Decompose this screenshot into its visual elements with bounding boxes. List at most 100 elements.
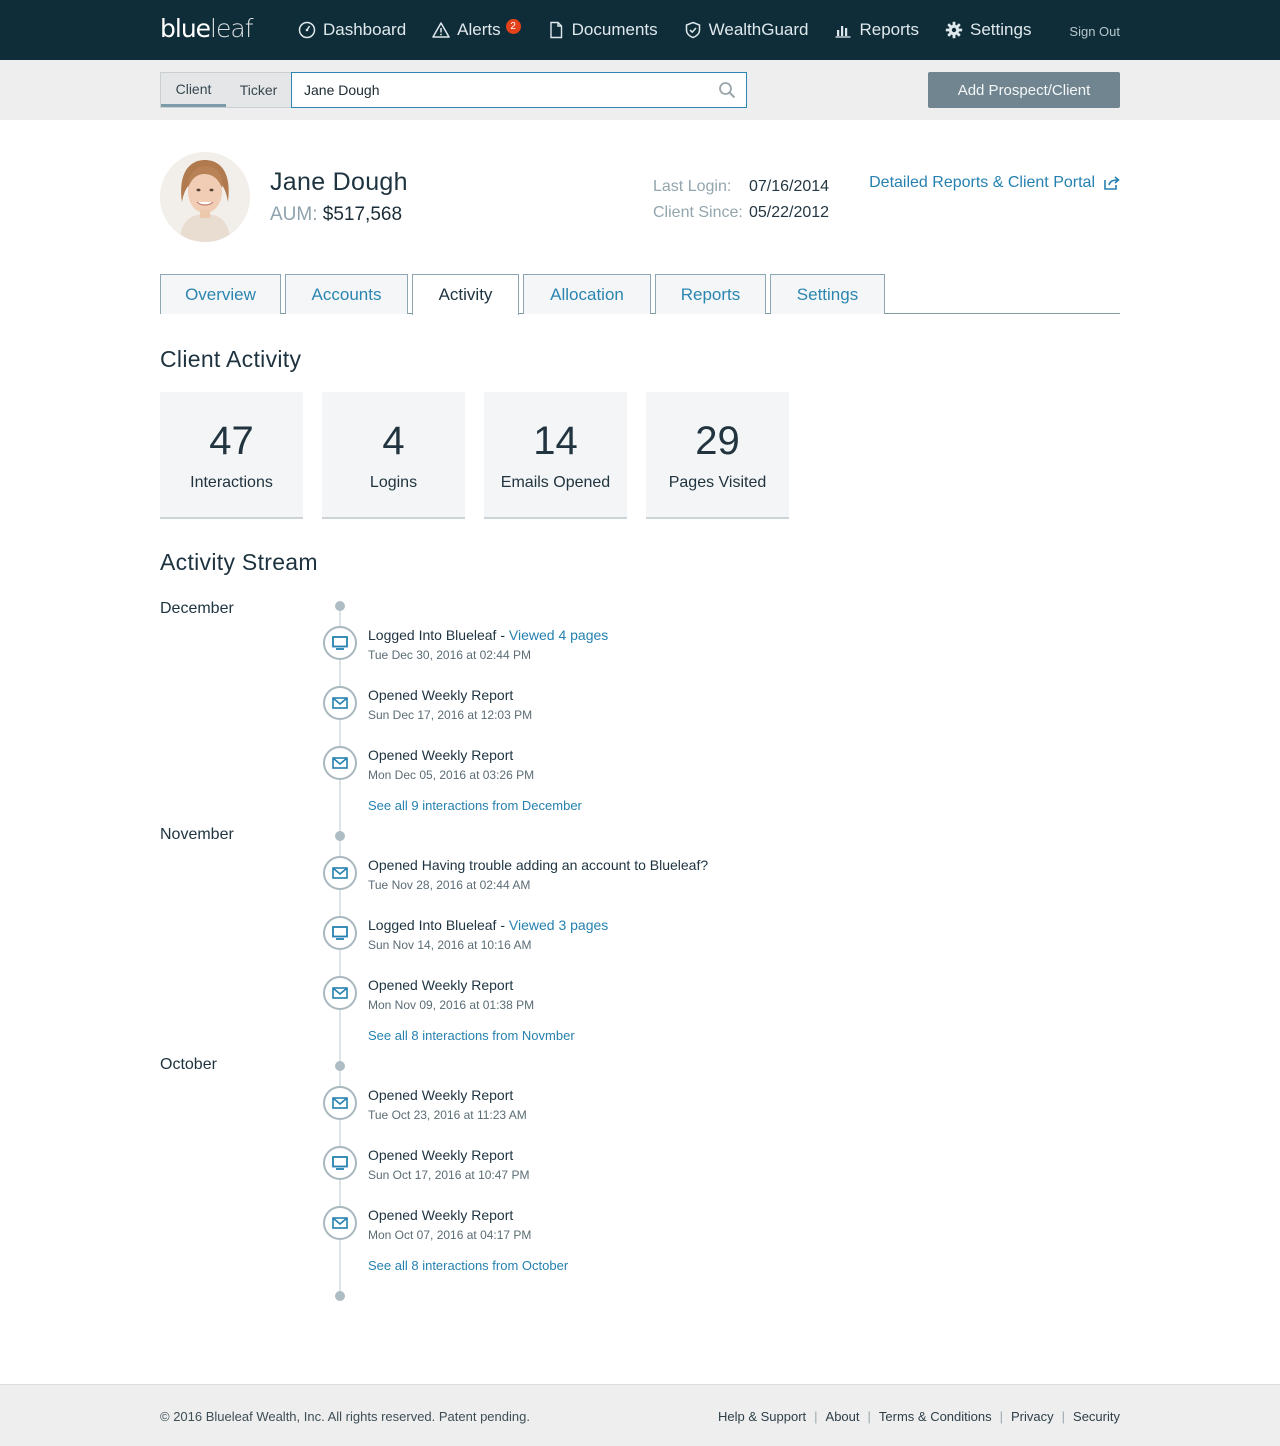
envelope-icon <box>323 746 357 780</box>
sign-out-link[interactable]: Sign Out <box>1069 24 1120 39</box>
activity-stats: 47 Interactions 4 Logins 14 Emails Opene… <box>160 392 808 519</box>
footer-separator: | <box>814 1409 818 1424</box>
search-icon[interactable] <box>718 81 736 99</box>
event-title: Opened Weekly Report <box>368 977 514 993</box>
tab-reports[interactable]: Reports <box>655 274 766 314</box>
activity-stream-heading: Activity Stream <box>160 549 318 575</box>
nav-item-settings[interactable]: Settings <box>945 20 1031 40</box>
dashboard-icon <box>298 21 316 39</box>
document-icon <box>547 21 565 39</box>
see-all-december-link[interactable]: See all 9 interactions from December <box>368 798 582 813</box>
footer-separator: | <box>867 1409 871 1424</box>
footer-link-help[interactable]: Help & Support <box>718 1409 806 1424</box>
event-title: Logged Into Blueleaf - Viewed 3 pages <box>368 917 608 933</box>
viewed-pages-link[interactable]: Viewed 3 pages <box>509 917 608 933</box>
client-since-row: Client Since: 05/22/2012 <box>653 200 829 226</box>
client-portal-link[interactable]: Detailed Reports & Client Portal <box>869 174 1120 192</box>
stat-label: Interactions <box>190 474 273 491</box>
logo-bold: blue <box>160 14 211 43</box>
blueleaf-logo[interactable]: blueleaf <box>160 14 254 43</box>
see-all-november-link[interactable]: See all 8 interactions from Novmber <box>368 1028 575 1043</box>
external-link-icon <box>1104 176 1120 190</box>
stat-value: 29 <box>695 419 740 463</box>
client-photo <box>160 152 250 242</box>
event-title: Opened Weekly Report <box>368 747 514 763</box>
alerts-count-badge: 2 <box>505 18 521 34</box>
client-name: Jane Dough <box>270 168 408 196</box>
footer: © 2016 Blueleaf Wealth, Inc. All rights … <box>0 1384 1280 1446</box>
footer-separator: | <box>999 1409 1004 1424</box>
alert-icon <box>432 21 450 39</box>
nav-item-reports[interactable]: Reports <box>834 20 919 40</box>
viewed-pages-link[interactable]: Viewed 4 pages <box>509 627 608 643</box>
avatar <box>160 152 250 242</box>
last-login-value: 07/16/2014 <box>749 178 830 195</box>
footer-link-privacy[interactable]: Privacy <box>1011 1409 1054 1424</box>
stat-card-interactions: 47 Interactions <box>160 392 303 519</box>
stat-label: Pages Visited <box>668 474 767 491</box>
last-login-label: Last Login: <box>653 178 732 195</box>
monitor-icon <box>323 626 357 660</box>
nav-item-dashboard[interactable]: Dashboard <box>298 20 406 40</box>
search-field <box>291 72 747 108</box>
nav-label: Documents <box>571 20 658 39</box>
event-title: Logged Into Blueleaf - Viewed 4 pages <box>368 627 608 643</box>
stat-card-logins: 4 Logins <box>322 392 465 519</box>
footer-link-terms[interactable]: Terms & Conditions <box>879 1409 992 1424</box>
footer-link-about[interactable]: About <box>826 1409 860 1424</box>
portal-link-label: Detailed Reports & Client Portal <box>869 174 1095 191</box>
nav-label: Reports <box>859 20 920 39</box>
tab-accounts[interactable]: Accounts <box>285 274 408 314</box>
stat-value: 4 <box>382 419 405 463</box>
see-all-october-link[interactable]: See all 8 interactions from October <box>368 1258 568 1273</box>
timeline-end-dot <box>335 1291 345 1301</box>
nav-item-wealthguard[interactable]: WealthGuard <box>684 20 809 40</box>
search-type-toggle: Client Ticker <box>160 72 292 108</box>
timeline-dot <box>335 601 345 611</box>
stat-label: Logins <box>369 474 418 491</box>
envelope-icon <box>323 686 357 720</box>
event-title: Opened Weekly Report <box>368 687 514 703</box>
event-time: Tue Nov 28, 2016 at 02:44 AM <box>368 878 531 892</box>
aum-label: AUM: <box>270 204 318 225</box>
toggle-client[interactable]: Client <box>161 73 226 107</box>
tab-activity[interactable]: Activity <box>412 274 519 315</box>
event-title: Opened Weekly Report <box>368 1207 514 1223</box>
footer-link-security[interactable]: Security <box>1073 1409 1120 1424</box>
tab-settings[interactable]: Settings <box>770 274 885 314</box>
logo-thin: leaf <box>210 14 253 43</box>
envelope-icon <box>323 1086 357 1120</box>
aum-value: $517,568 <box>322 204 403 225</box>
add-prospect-client-button[interactable]: Add Prospect/Client <box>928 72 1120 108</box>
nav-label: Dashboard <box>323 20 407 39</box>
nav-label: Alerts <box>457 20 501 39</box>
event-title-text: Logged Into Blueleaf - <box>368 627 509 643</box>
client-aum: AUM: $517,568 <box>270 204 402 226</box>
client-activity-heading: Client Activity <box>160 346 302 372</box>
event-time: Tue Dec 30, 2016 at 02:44 PM <box>368 648 531 662</box>
top-navbar: blueleaf Dashboard Alerts 2 Documents We… <box>0 0 1280 60</box>
monitor-icon <box>323 1146 357 1180</box>
tab-overview[interactable]: Overview <box>160 274 281 314</box>
last-login-row: Last Login: 07/16/2014 <box>653 174 829 200</box>
search-input[interactable] <box>292 73 702 107</box>
footer-separator: | <box>1061 1409 1066 1424</box>
monitor-icon <box>323 916 357 950</box>
event-time: Tue Oct 23, 2016 at 11:23 AM <box>368 1108 527 1122</box>
month-label-november: November <box>160 826 234 843</box>
nav-item-documents[interactable]: Documents <box>547 20 658 40</box>
stat-label: Emails Opened <box>500 474 611 491</box>
shield-icon <box>684 21 702 39</box>
gear-icon <box>945 21 963 39</box>
envelope-icon <box>323 856 357 890</box>
toggle-ticker[interactable]: Ticker <box>226 73 291 107</box>
month-label-october: October <box>160 1056 217 1073</box>
nav-item-alerts[interactable]: Alerts 2 <box>432 18 521 40</box>
event-title: Opened Weekly Report <box>368 1087 514 1103</box>
event-time: Sun Oct 17, 2016 at 10:47 PM <box>368 1168 530 1182</box>
nav-label: WealthGuard <box>708 20 809 39</box>
timeline-dot <box>335 831 345 841</box>
client-since-label: Client Since: <box>653 204 743 221</box>
tab-allocation[interactable]: Allocation <box>523 274 651 314</box>
stat-card-emails-opened: 14 Emails Opened <box>484 392 627 519</box>
